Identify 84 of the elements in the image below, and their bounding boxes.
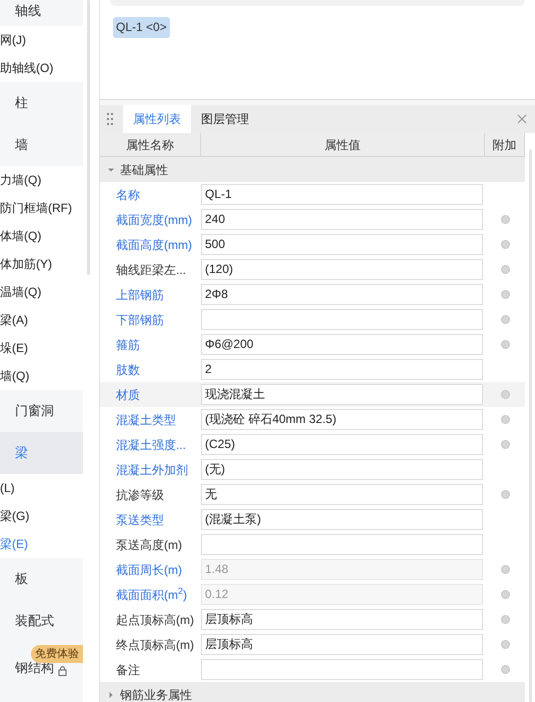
property-name: 混凝土类型 (116, 412, 176, 426)
property-name: 材质 (116, 388, 140, 402)
attach-radio[interactable] (501, 415, 510, 424)
attach-radio[interactable] (501, 390, 510, 399)
sidebar-item[interactable]: 助轴线(O) (0, 59, 54, 77)
collapsed-icon (108, 692, 114, 698)
attach-radio[interactable] (501, 340, 510, 349)
value-field[interactable]: 500 (201, 234, 483, 255)
category-item[interactable]: 轴线 (0, 0, 83, 26)
sidebar-item[interactable]: 网(J) (0, 31, 26, 49)
column-header: 属性名称 (100, 133, 201, 156)
attach-radio[interactable] (501, 265, 510, 274)
sidebar-item[interactable]: 梁(E) (0, 535, 28, 553)
property-name: 混凝土外加剂 (116, 462, 188, 476)
sidebar-item[interactable]: 墙(Q) (0, 367, 30, 385)
category-item[interactable]: 门窗洞 (0, 390, 83, 432)
value-field[interactable]: 240 (201, 209, 483, 230)
property-name: 泵送类型 (116, 512, 164, 526)
value-field[interactable]: 层顶标高 (201, 634, 483, 655)
property-row[interactable]: 材质 现浇混凝土 (100, 382, 525, 407)
sidebar-item[interactable]: 梁(G) (0, 507, 30, 525)
group-header[interactable]: 基础属性 (100, 157, 525, 182)
property-name: 终点顶标高(m) (116, 638, 194, 652)
column-header: 属性值 (201, 133, 485, 156)
attach-radio[interactable] (501, 490, 510, 499)
value-field[interactable]: 现浇混凝土 (201, 384, 483, 405)
value-field[interactable]: (现浇砼 碎石40mm 32.5) (201, 409, 483, 430)
value-field[interactable] (201, 309, 483, 330)
property-name: 箍筋 (116, 338, 140, 352)
property-name: 上部钢筋 (116, 288, 164, 302)
value-field[interactable]: 2Φ8 (201, 284, 483, 305)
property-name: 泵送高度(m) (116, 538, 182, 552)
value-field[interactable] (201, 534, 483, 555)
category-item[interactable]: 墙 (0, 124, 83, 166)
sidebar-item[interactable]: 体加筋(Y) (0, 255, 52, 273)
category-item[interactable]: 装配式 (0, 600, 83, 642)
property-name: 备注 (116, 662, 140, 676)
trial-badge: 免费体验 (31, 645, 83, 663)
attach-radio[interactable] (501, 290, 510, 299)
panel-tab[interactable]: 属性列表 (123, 105, 191, 133)
group-header[interactable]: 钢筋业务属性 (100, 682, 525, 702)
expanded-icon (108, 166, 114, 172)
property-name: 截面周长(m) (116, 562, 182, 576)
property-name: 下部钢筋 (116, 312, 164, 326)
sidebar-item[interactable]: 垛(E) (0, 339, 28, 357)
property-name: 起点顶标高(m) (116, 612, 194, 626)
property-name: 名称 (116, 188, 140, 202)
sidebar-item[interactable]: 力墙(Q) (0, 171, 42, 189)
attach-radio[interactable] (501, 640, 510, 649)
value-field[interactable]: QL-1 (201, 184, 483, 205)
panel-tab[interactable]: 图层管理 (191, 105, 259, 133)
property-name: 混凝土强度... (116, 438, 186, 452)
drag-handle-icon[interactable] (107, 113, 113, 125)
category-item[interactable]: 柱 (0, 82, 83, 124)
close-icon[interactable] (517, 114, 527, 124)
property-name: 抗渗等级 (116, 488, 164, 502)
attach-radio[interactable] (501, 665, 510, 674)
value-field[interactable]: 2 (201, 359, 483, 380)
sidebar-item[interactable]: 体墙(Q) (0, 227, 42, 245)
property-name: 肢数 (116, 362, 140, 376)
value-field[interactable]: 层顶标高 (201, 609, 483, 630)
value-field[interactable]: (混凝土泵) (201, 509, 483, 530)
sidebar-item[interactable]: (L) (0, 479, 15, 497)
property-name: 截面宽度(mm) (116, 212, 192, 226)
value-field[interactable] (201, 659, 483, 680)
category-item[interactable]: 板 (0, 558, 83, 600)
value-field[interactable]: (120) (201, 259, 483, 280)
attach-radio[interactable] (501, 615, 510, 624)
value-field[interactable]: 无 (201, 484, 483, 505)
component-tag[interactable]: QL-1 <0> (113, 17, 170, 38)
attach-radio[interactable] (501, 215, 510, 224)
property-name: 轴线距梁左... (116, 262, 186, 276)
sidebar-item[interactable]: 防门框墙(RF) (0, 199, 72, 217)
attach-radio[interactable] (501, 440, 510, 449)
value-field[interactable]: Φ6@200 (201, 334, 483, 355)
value-field[interactable]: (C25) (201, 434, 483, 455)
sidebar-item[interactable]: 温墙(Q) (0, 283, 42, 301)
attach-radio[interactable] (501, 315, 510, 324)
column-header: 附加 (485, 133, 525, 156)
sidebar-item[interactable]: 梁(A) (0, 311, 28, 329)
property-name: 截面高度(mm) (116, 238, 192, 252)
attach-radio[interactable] (501, 240, 510, 249)
value-field[interactable]: (无) (201, 459, 483, 480)
property-name: 截面面积(m$^{2}$) (116, 588, 188, 602)
